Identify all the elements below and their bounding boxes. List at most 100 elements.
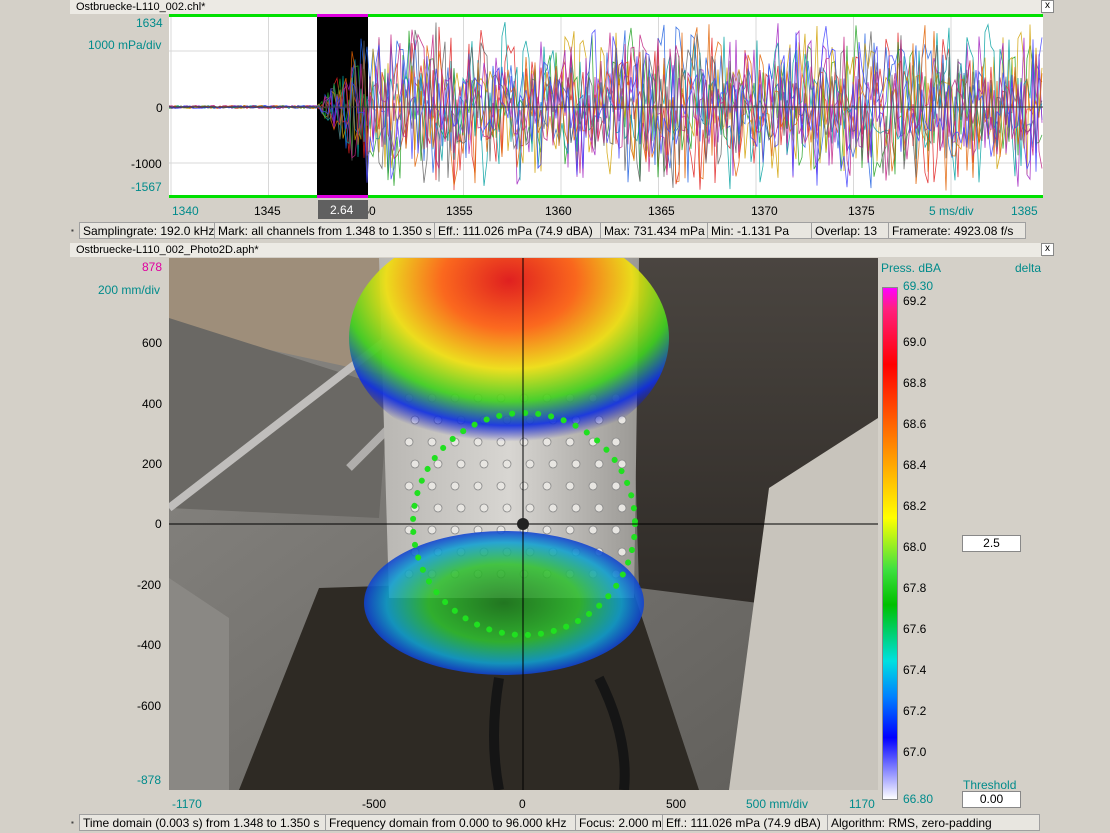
bottom-x-scale-label: 500 mm/div [746,797,809,811]
bottom-x-tick-minus500: -500 [362,797,387,811]
status-samplingrate: Samplingrate: 192.0 kHz [79,222,215,239]
bottom-y-max-label: 878 [142,260,163,274]
top-y-max-label: 1634 [136,16,163,30]
rivet [617,503,627,513]
colorbar-tick-label: 67.4 [903,663,927,677]
rivet [588,525,598,535]
top-y-tick-0: 0 [156,101,163,115]
top-x-tick-1340: 1340 [172,204,199,218]
rivet [456,459,466,469]
crosshair-center[interactable] [517,518,529,530]
rivet [571,503,581,513]
pin-icon[interactable]: ▪ [71,819,79,827]
rivet [456,503,466,513]
acoustic-photo-view[interactable] [169,258,878,790]
bottom-y-tick-400: 400 [142,397,163,411]
colorbar-title: Press. dBA [881,261,942,275]
rivet [617,459,627,469]
bottom-y-scale-label: 200 mm/div [98,283,161,297]
status-max: Max: 731.434 mPa [600,222,708,239]
status-frequency-domain: Frequency domain from 0.000 to 96.000 kH… [325,814,576,831]
colorbar-tick-label: 67.8 [903,581,927,595]
rivet [404,481,414,491]
rivet [611,525,621,535]
pin-icon[interactable]: ▪ [71,227,79,235]
rivet [525,459,535,469]
colorbar-tick-label: 68.2 [903,499,927,513]
colorbar-min-label: 66.80 [903,792,934,806]
rivet [450,481,460,491]
status-time-domain: Time domain (0.003 s) from 1.348 to 1.35… [79,814,326,831]
bottom-y-tick-minus400: -400 [137,638,162,652]
rivet [571,459,581,469]
rivet [611,481,621,491]
colorbar-max-label: 69.30 [903,279,934,293]
rivet [427,525,437,535]
status-overlap: Overlap: 13 [811,222,889,239]
status-min: Min: -1.131 Pa [707,222,812,239]
colorbar-tick-label: 68.8 [903,376,927,390]
top-y-min-label: -1567 [131,180,162,194]
top-window-title: Ostbruecke-L110_002.chl* [76,1,206,13]
time-signal-plot[interactable] [169,14,1043,198]
rivet [542,481,552,491]
colorbar-delta-label: delta [1015,261,1042,275]
bottom-y-tick-minus600: -600 [137,699,162,713]
rivet [479,503,489,513]
top-x-tick-1355: 1355 [446,204,473,218]
rivet [473,481,483,491]
bottom-window-title: Ostbruecke-L110_002_Photo2D.aph* [76,244,259,256]
rivet [542,525,552,535]
rivet [565,481,575,491]
rivet [519,481,529,491]
rivet [588,481,598,491]
top-x-scale-label: 5 ms/div [929,204,974,218]
threshold-label: Threshold [963,778,1017,792]
status-algorithm: Algorithm: RMS, zero-padding [827,814,1040,831]
bottom-window-close-button[interactable]: x [1041,243,1054,256]
bottom-x-tick-0: 0 [519,797,526,811]
time-marker-value: 2.64 [330,203,354,217]
top-window-close-button[interactable]: x [1041,0,1054,13]
status-eff: Eff.: 111.026 mPa (74.9 dBA) [662,814,828,831]
status-framerate: Framerate: 4923.08 f/s [888,222,1026,239]
top-status-bar: ▪ Samplingrate: 192.0 kHz Mark: all chan… [70,222,1042,239]
status-eff: Eff.: 111.026 mPa (74.9 dBA) [434,222,601,239]
colorbar-tick-label: 67.0 [903,745,927,759]
status-focus: Focus: 2.000 m [575,814,663,831]
bottom-window-titlebar[interactable]: Ostbruecke-L110_002_Photo2D.aph* [70,243,1042,257]
top-y-scale-label: 1000 mPa/div [88,38,162,52]
top-window-titlebar[interactable]: Ostbruecke-L110_002.chl* [70,0,1042,14]
colorbar-tick-label: 67.6 [903,622,927,636]
top-x-tick-1385: 1385 [1011,204,1038,218]
bottom-x-max-label: 1170 [849,797,875,811]
top-x-tick-1370: 1370 [751,204,778,218]
colorbar-tick-label: 69.0 [903,335,927,349]
rivet [450,525,460,535]
bottom-x-min-label: -1170 [172,797,202,811]
rivet [548,503,558,513]
top-x-tick-1375: 1375 [848,204,875,218]
rivet [433,503,443,513]
delta-input[interactable]: 2.5 [962,535,1021,552]
rivet [502,459,512,469]
status-mark: Mark: all channels from 1.348 to 1.350 s [214,222,435,239]
bottom-y-tick-minus200: -200 [137,578,162,592]
heatmap-hotspot-lower [364,531,644,675]
bottom-y-min-label: -878 [137,773,162,787]
rivet [404,437,414,447]
rivet [548,459,558,469]
top-x-tick-1360: 1360 [545,204,572,218]
rivet [611,437,621,447]
top-x-tick-1345: 1345 [254,204,281,218]
colorbar-tick-label: 68.6 [903,417,927,431]
colorbar-tick-label: 68.4 [903,458,927,472]
threshold-input[interactable]: 0.00 [962,791,1021,808]
rivet [565,525,575,535]
rivet [479,459,489,469]
rivet [433,459,443,469]
rivet [496,481,506,491]
rivet [617,547,627,557]
rivet [525,503,535,513]
rivet [427,481,437,491]
